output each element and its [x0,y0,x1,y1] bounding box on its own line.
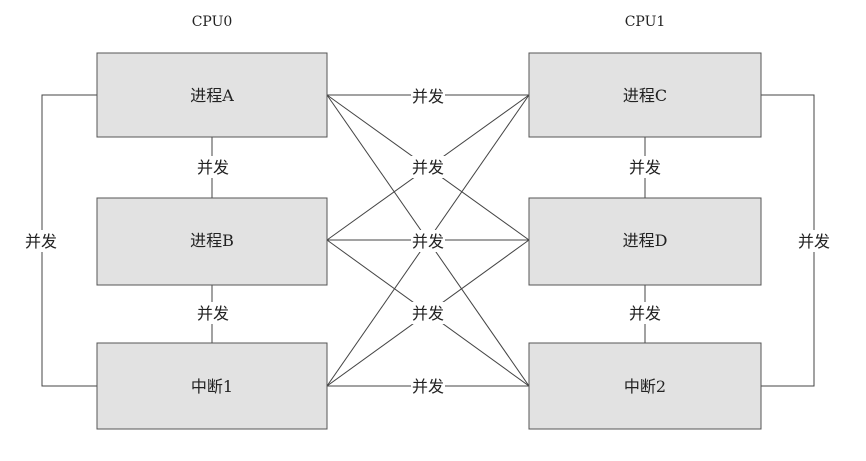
edge-label-b-irq1: 并发 [197,304,229,323]
concurrency-diagram: CPU0 CPU1 进程A 进程B 中断1 进程C 进程D 中断2 并发 并发 … [24,14,831,430]
process-b-label: 进程B [190,231,234,250]
edge-label-cross-upper: 并发 [412,158,444,177]
cpu1-header: CPU1 [625,14,666,30]
edge-label-a-b: 并发 [197,158,229,177]
cpu0-header: CPU0 [192,14,233,30]
interrupt-1-label: 中断1 [191,377,233,396]
edge-label-a-irq1: 并发 [25,232,57,251]
interrupt-2-label: 中断2 [624,377,666,396]
edge-label-c-d: 并发 [629,158,661,177]
edge-label-d-irq2: 并发 [629,304,661,323]
edge-label-irq1-irq2: 并发 [412,377,444,396]
edge-label-b-d: 并发 [412,232,444,251]
process-a-label: 进程A [190,86,234,105]
process-c-label: 进程C [623,86,667,105]
process-d-label: 进程D [623,231,668,250]
edge-label-a-c: 并发 [412,87,444,106]
edge-label-c-irq2: 并发 [798,232,830,251]
edge-label-cross-lower: 并发 [412,304,444,323]
